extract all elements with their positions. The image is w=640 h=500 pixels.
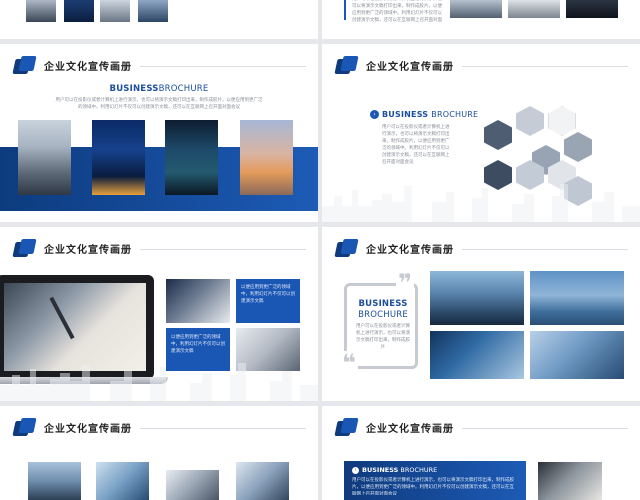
city-photo — [28, 462, 81, 500]
city-skyline-photo — [530, 271, 624, 325]
header-rule — [140, 249, 306, 250]
slide-title: 企业文化宣传画册 — [44, 244, 132, 256]
blue-text-panel: › BUSINESS BROCHURE 用户可以在投影仪或者计算机上进行演示，也… — [344, 461, 526, 500]
slide-paragraph: 用户可以在投影仪或者计算机上进行演示，也可以将演示文稿打印出来，制作成胶片 — [356, 324, 410, 350]
hex-photo — [484, 120, 512, 150]
slide-header: 企业文化宣传画册 — [12, 56, 132, 74]
city-photo — [64, 0, 94, 22]
slide-header: 企业文化宣传画册 — [12, 239, 132, 257]
slide-top-right[interactable]: 用户可以在投影仪或者计算机上进行演示，也可以将演示文稿打印出来，制作成胶片，以便… — [322, 0, 640, 39]
slide-paragraph: 用户可以在投影仪或者计算机上进行演示，也可以将演示文稿打印出来，制作成胶片，以便… — [55, 98, 263, 110]
slide-title: 企业文化宣传画册 — [44, 423, 132, 435]
header-rule — [462, 66, 628, 67]
slide-r1-right[interactable]: 企业文化宣传画册 › BUSINESS BROCHURE 用户可以在投影仪或者计… — [322, 44, 640, 222]
slide-paragraph: 用户可以在投影仪或者计算机上进行演示，也可以将演示文稿打印出来，制作成胶片，以便… — [382, 125, 450, 165]
skyline-decoration — [0, 363, 318, 401]
city-photo — [18, 120, 71, 195]
slide-r3-right[interactable]: 企业文化宣传画册 › BUSINESS BROCHURE 用户可以在投影仪或者计… — [322, 406, 640, 500]
accent-bar — [344, 0, 346, 20]
skyline-decoration — [322, 184, 640, 222]
header-rule — [140, 428, 306, 429]
header-rule — [462, 249, 628, 250]
building-photo — [96, 462, 149, 500]
hex-photo — [564, 132, 592, 162]
city-photo — [100, 0, 130, 22]
city-sunset-photo — [240, 120, 293, 195]
slide-header: 企业文化宣传画册 — [334, 239, 454, 257]
slide-paragraph: 用户可以在投影仪或者计算机上进行演示，也可以将演示文稿打印出来，制作成胶片，以便… — [352, 0, 442, 22]
slide-top-left[interactable] — [0, 0, 318, 39]
slide-header: 企业文化宣传画册 — [334, 56, 454, 74]
brochure-heading: BUSINESS BROCHURE — [382, 110, 479, 119]
card-paragraph: 以便应用到更广泛的领域中，利用幻灯片不仅可以创建演示文稿 — [241, 285, 295, 304]
brand-logo-icon — [334, 418, 359, 436]
brand-logo-icon — [334, 56, 359, 74]
slide-r2-left[interactable]: 企业文化宣传画册 以便应用到更广泛的领域中，利用幻灯片不仅可以创建演示文稿 以便… — [0, 227, 318, 401]
slide-title: 企业文化宣传画册 — [44, 61, 132, 73]
brochure-heading-stacked: BUSINESS BROCHURE — [358, 299, 408, 320]
office-photo — [166, 279, 230, 323]
office-photo — [566, 0, 618, 18]
city-night-photo — [165, 120, 218, 195]
building-photo — [236, 462, 289, 500]
office-photo — [508, 0, 560, 18]
building-photo — [430, 331, 524, 379]
slide-r3-left[interactable]: 企业文化宣传画册 — [0, 406, 318, 500]
text-card: 以便应用到更广泛的领域中，利用幻灯片不仅可以创建演示文稿 — [236, 279, 300, 323]
office-photo — [538, 462, 602, 500]
slide-title: 企业文化宣传画册 — [366, 61, 454, 73]
card-paragraph: 以便应用到更广泛的领域中，利用幻灯片不仅可以创建演示文稿 — [171, 335, 225, 354]
slide-r2-right[interactable]: 企业文化宣传画册 ❞ ❝ BUSINESS BROCHURE 用户可以在投影仪或… — [322, 227, 640, 401]
city-photo — [26, 0, 56, 22]
building-photo — [530, 331, 624, 379]
slide-header: 企业文化宣传画册 — [12, 418, 132, 436]
slide-header: 企业文化宣传画册 — [334, 418, 454, 436]
quote-close-icon: ❝ — [340, 349, 359, 377]
quote-open-icon: ❞ — [396, 269, 415, 297]
building-photo — [166, 470, 219, 500]
brand-logo-icon — [334, 239, 359, 257]
play-bullet-icon: › — [352, 466, 359, 474]
panel-heading: › BUSINESS BROCHURE — [352, 466, 518, 474]
slide-title: 企业文化宣传画册 — [366, 423, 454, 435]
brand-logo-icon — [12, 56, 37, 74]
panel-paragraph: 用户可以在投影仪或者计算机上进行演示，也可以将演示文稿打印出来，制作成胶片，以便… — [352, 478, 514, 495]
header-rule — [462, 428, 628, 429]
city-photo — [138, 0, 168, 22]
city-photo — [450, 0, 502, 18]
hex-photo — [516, 106, 544, 136]
brochure-heading: BUSINESSBROCHURE — [109, 84, 209, 94]
slide-title: 企业文化宣传画册 — [366, 244, 454, 256]
city-aerial-photo — [430, 271, 524, 325]
header-rule — [140, 66, 306, 67]
slide-grid: 用户可以在投影仪或者计算机上进行演示，也可以将演示文稿打印出来，制作成胶片，以便… — [0, 0, 640, 500]
slide-r1-left[interactable]: 企业文化宣传画册 BUSINESSBROCHURE 用户可以在投影仪或者计算机上… — [0, 44, 318, 222]
play-bullet-icon: › — [370, 110, 379, 119]
brand-logo-icon — [12, 239, 37, 257]
hex-photo — [548, 106, 576, 136]
city-night-photo — [92, 120, 145, 195]
brand-logo-icon — [12, 418, 37, 436]
